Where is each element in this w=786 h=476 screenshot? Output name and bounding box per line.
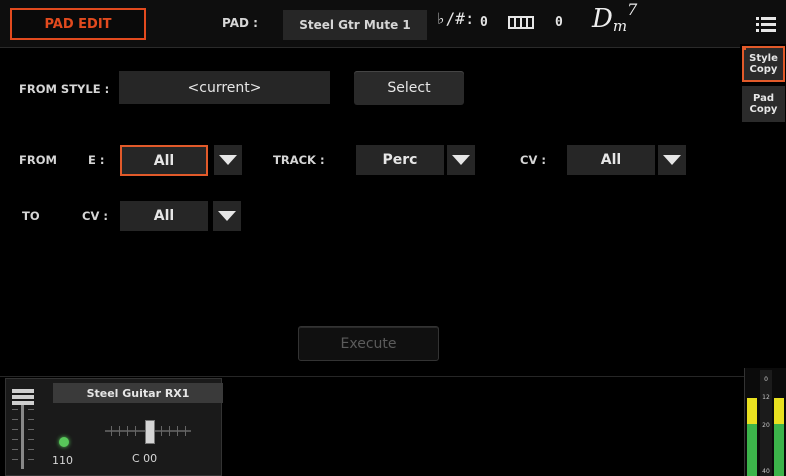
track-dropdown[interactable] xyxy=(447,145,475,175)
meter-right-bar xyxy=(774,398,784,476)
tab-pad-copy-line2: Copy xyxy=(749,104,778,115)
tab-style-copy-line1: Style xyxy=(749,53,778,64)
chord-root: D xyxy=(592,4,613,34)
pad-edit-mode-button[interactable]: PAD EDIT xyxy=(10,8,146,40)
meter-scale-12: 12 xyxy=(762,394,770,401)
track-status-led xyxy=(59,437,69,447)
chevron-down-icon xyxy=(219,155,237,165)
chord-display: Dm7 xyxy=(592,0,637,35)
chord-quality: m xyxy=(612,17,628,35)
tab-pad-copy[interactable]: Pad Copy xyxy=(742,86,785,122)
from-e-dropdown[interactable] xyxy=(214,145,242,175)
from-cv-field[interactable]: All xyxy=(567,145,655,175)
meter-scale-40: 40 xyxy=(762,468,770,475)
keyboard-icon xyxy=(508,16,534,29)
side-tab-column: Style Copy Pad Copy xyxy=(740,44,786,370)
chevron-down-icon xyxy=(218,211,236,221)
chevron-down-icon xyxy=(663,155,681,165)
pad-label: PAD : xyxy=(222,16,258,30)
chevron-down-icon xyxy=(452,155,470,165)
meter-scale-20: 20 xyxy=(762,422,770,429)
pad-name-display[interactable]: Steel Gtr Mute 1 xyxy=(283,10,427,40)
track-label: TRACK : xyxy=(273,153,325,167)
transpose-value: 0 xyxy=(480,15,488,30)
from-e-label: E : xyxy=(88,153,105,167)
pan-slider[interactable] xyxy=(105,418,191,444)
from-e-field[interactable]: All xyxy=(120,145,208,176)
meter-scale-0: 0 xyxy=(764,376,768,383)
transpose-label: ♭/#: xyxy=(436,9,475,28)
from-style-field[interactable]: <current> xyxy=(119,71,330,104)
level-meter: 0 12 20 40 xyxy=(744,368,786,476)
to-cv-label: CV : xyxy=(82,209,108,223)
meter-scale: 0 12 20 40 xyxy=(760,370,772,476)
execute-button[interactable]: Execute xyxy=(298,326,439,361)
track-name: Steel Guitar RX1 xyxy=(53,383,223,403)
tab-style-copy[interactable]: Style Copy xyxy=(742,46,785,82)
tab-style-copy-line2: Copy xyxy=(749,64,778,75)
volume-fader[interactable] xyxy=(10,389,36,473)
from-style-label: FROM STYLE : xyxy=(19,82,110,96)
track-field[interactable]: Perc xyxy=(356,145,444,175)
octave-value: 0 xyxy=(555,15,563,30)
menu-icon[interactable] xyxy=(756,17,776,33)
meter-left-bar xyxy=(747,398,757,476)
select-button[interactable]: Select xyxy=(354,71,464,105)
tab-pad-copy-line1: Pad xyxy=(753,93,774,104)
volume-fader-handle[interactable] xyxy=(12,389,34,393)
from-cv-dropdown[interactable] xyxy=(658,145,686,175)
pan-value: C 00 xyxy=(132,452,158,465)
chord-extension: 7 xyxy=(627,0,638,19)
top-bar: PAD EDIT PAD : Steel Gtr Mute 1 ♭/#: 0 0… xyxy=(0,0,786,48)
volume-value: 110 xyxy=(52,454,73,467)
to-label: TO xyxy=(22,209,40,223)
to-cv-dropdown[interactable] xyxy=(213,201,241,231)
pan-knob[interactable] xyxy=(145,420,155,444)
to-cv-field[interactable]: All xyxy=(120,201,208,231)
from-label: FROM xyxy=(19,153,57,167)
from-cv-label: CV : xyxy=(520,153,546,167)
